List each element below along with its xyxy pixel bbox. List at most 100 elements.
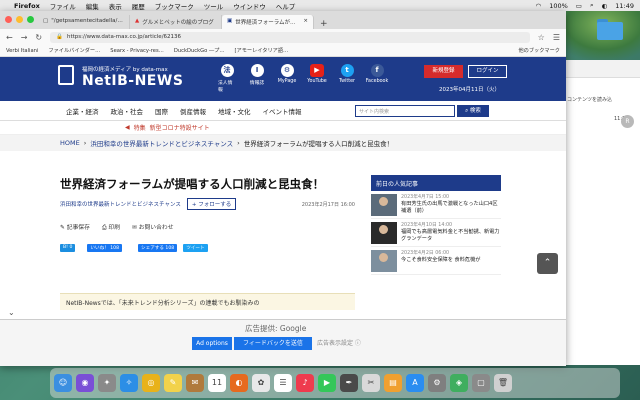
notes-icon[interactable]: ✎ [164, 374, 182, 392]
site-logo[interactable]: NetIB-NEWS [82, 73, 183, 89]
search-button[interactable]: ⌕ 検索 [457, 105, 489, 117]
list-item[interactable]: 2023年4月2日 06:00 今こそ食料安全保障を 食料危機が [371, 247, 501, 275]
chrome-icon[interactable]: ◎ [142, 374, 160, 392]
magazine-link[interactable]: I 情報誌 [248, 64, 266, 93]
reminders-icon[interactable]: ☰ [274, 374, 292, 392]
list-item[interactable]: 2023年4月10日 14:00 福岡でも高層電気料金と不当勧誘、新電力グランデー… [371, 219, 501, 247]
netib-logo-icon[interactable] [58, 65, 74, 85]
item-date: 2023年4月7日 15:00 [401, 195, 450, 200]
safari-icon[interactable]: ✧ [120, 374, 138, 392]
books-icon[interactable]: ▤ [384, 374, 402, 392]
tweet-button[interactable]: ツイート [183, 244, 208, 252]
chevron-down-icon[interactable]: ⌄ [8, 308, 15, 317]
login-button[interactable]: ログイン [468, 65, 507, 78]
bookmark-verbi[interactable]: Verbi Italiani [6, 48, 38, 54]
ad-options-button[interactable]: Ad options [192, 337, 232, 350]
bookmark-amore-italia[interactable]: [アモーレイタリア語… [235, 47, 289, 54]
app-store-icon[interactable]: A [406, 374, 424, 392]
battery-icon[interactable]: ▭ [576, 2, 582, 10]
nav-region-culture[interactable]: 地域・文化 [218, 106, 251, 116]
print-button[interactable]: ⎙ 印刷 [102, 222, 120, 232]
finder-icon[interactable]: ☺ [54, 374, 72, 392]
contact-button[interactable]: ✉ お問い合わせ [132, 222, 174, 232]
screenshot-icon[interactable]: ▢ [472, 374, 490, 392]
address-bar[interactable]: 🔒 https://www.data-max.co.jp/article/6213… [50, 31, 530, 43]
menu-bookmarks[interactable]: ブックマーク [155, 1, 194, 11]
search-icon[interactable]: ⌕ [590, 1, 594, 10]
nav-business[interactable]: 企業・経済 [66, 106, 99, 116]
firefox-icon[interactable]: ◐ [230, 374, 248, 392]
back-icon[interactable]: ← [6, 33, 13, 42]
hatena-bookmark-button[interactable]: B! 0 [60, 244, 76, 252]
corona-special-link[interactable]: 新型コロナ特設サイト [150, 123, 210, 132]
bookmark-searx[interactable]: Searx - Privacy-res… [110, 48, 164, 54]
item-title: 有田芳生氏の出馬で激戦となった山口4区補選（前） [401, 201, 498, 214]
nav-events[interactable]: イベント情報 [263, 106, 302, 116]
follow-button[interactable]: + フォローする [186, 198, 237, 210]
avatar[interactable]: R [621, 115, 634, 128]
save-article-button[interactable]: ✎ 記事保存 [60, 222, 90, 232]
facebook-like-button[interactable]: いいね！ 108 [87, 244, 122, 252]
youtube-link[interactable]: ▶ YouTube [307, 64, 327, 93]
music-icon[interactable]: ♪ [296, 374, 314, 392]
nav-international[interactable]: 国際 [155, 106, 168, 116]
bookmark-duckduckgo[interactable]: DuckDuckGo ―プ… [174, 47, 225, 54]
script-editor-icon[interactable]: ✂ [362, 374, 380, 392]
nav-politics[interactable]: 政治・社会 [111, 106, 144, 116]
wifi-icon[interactable]: ◠ [536, 2, 542, 10]
tab-gourmet-blog[interactable]: ▲ グルメとペットの絵のブログ [130, 15, 222, 29]
menu-help[interactable]: ヘルプ [276, 1, 296, 11]
bookmark-file-binder[interactable]: ファイルバインダー… [48, 47, 100, 54]
forward-icon[interactable]: → [21, 33, 28, 42]
facetime-icon[interactable]: ▶ [318, 374, 336, 392]
clock[interactable]: 11:49 [615, 2, 634, 10]
calendar-icon[interactable]: 11 [208, 374, 226, 392]
nav-bankruptcy[interactable]: 倒産情報 [180, 106, 206, 116]
reload-icon[interactable]: ↻ [35, 33, 42, 42]
facebook-share-button[interactable]: シェアする 108 [138, 244, 178, 252]
twitter-icon: t [340, 64, 354, 77]
site-search-input[interactable]: サイト内検索 [355, 105, 455, 117]
control-center-icon[interactable]: ◐ [602, 2, 608, 10]
trash-icon[interactable]: 🗑 [494, 374, 512, 392]
photos-icon[interactable]: ✿ [252, 374, 270, 392]
new-tab-button[interactable]: + [314, 19, 334, 29]
twitter-link[interactable]: t Twitter [338, 64, 356, 93]
corporate-info-link[interactable]: 法法人情報 [218, 64, 236, 93]
menu-window[interactable]: ウインドウ [233, 1, 266, 11]
system-preferences-icon[interactable]: ⚙ [428, 374, 446, 392]
menu-app-firefox[interactable]: Firefox [14, 2, 40, 10]
extensions-icon[interactable]: ☰ [553, 33, 560, 42]
contacts-green-icon[interactable]: ◈ [450, 374, 468, 392]
mypage-link[interactable]: ⚙ MyPage [278, 64, 296, 93]
menu-file[interactable]: ファイル [50, 1, 76, 11]
series-link[interactable]: 浜田和幸の世界最新トレンドとビジネスチャンス [60, 200, 181, 208]
gear-icon: ⚙ [280, 64, 294, 77]
menu-view[interactable]: 表示 [109, 1, 122, 11]
list-item[interactable]: 2023年4月7日 15:00 有田芳生氏の出馬で激戦となった山口4区補選（前） [371, 191, 501, 219]
siri-icon[interactable]: ◉ [76, 374, 94, 392]
breadcrumb-section[interactable]: 浜田和幸の世界最新トレンドとビジネスチャンス [90, 138, 233, 148]
tab-current-article[interactable]: ▣世界経済フォーラムが提唱する人× [222, 15, 314, 29]
menu-edit[interactable]: 編集 [86, 1, 99, 11]
battery-percent[interactable]: 100% [549, 2, 568, 10]
desktop-folder-icon[interactable] [597, 17, 623, 41]
scroll-to-top-button[interactable]: ⌃ [537, 253, 558, 274]
register-button[interactable]: 新規登録 [424, 65, 463, 78]
tab-getpsamente[interactable]: ▢"/getpsamentecitadella/10042022" [38, 15, 130, 29]
menu-history[interactable]: 履歴 [132, 1, 145, 11]
ad-settings-link[interactable]: 広告表示設定 ⓘ [317, 337, 361, 350]
mail-stamp-icon[interactable]: ✉ [186, 374, 204, 392]
ad-feedback-button[interactable]: フィードバックを送信 [234, 337, 312, 350]
zoom-window-button[interactable] [27, 16, 34, 23]
other-bookmarks[interactable]: 他のブックマーク [518, 47, 560, 54]
unknown-app-icon[interactable]: ✒ [340, 374, 358, 392]
menu-tools[interactable]: ツール [204, 1, 224, 11]
bookmark-star-icon[interactable]: ☆ [538, 33, 545, 42]
breadcrumb-home[interactable]: HOME [60, 139, 80, 147]
facebook-link[interactable]: f Facebook [366, 64, 388, 93]
launchpad-icon[interactable]: ✦ [98, 374, 116, 392]
minimize-window-button[interactable] [16, 16, 23, 23]
close-tab-icon[interactable]: × [303, 18, 308, 29]
close-window-button[interactable] [5, 16, 12, 23]
